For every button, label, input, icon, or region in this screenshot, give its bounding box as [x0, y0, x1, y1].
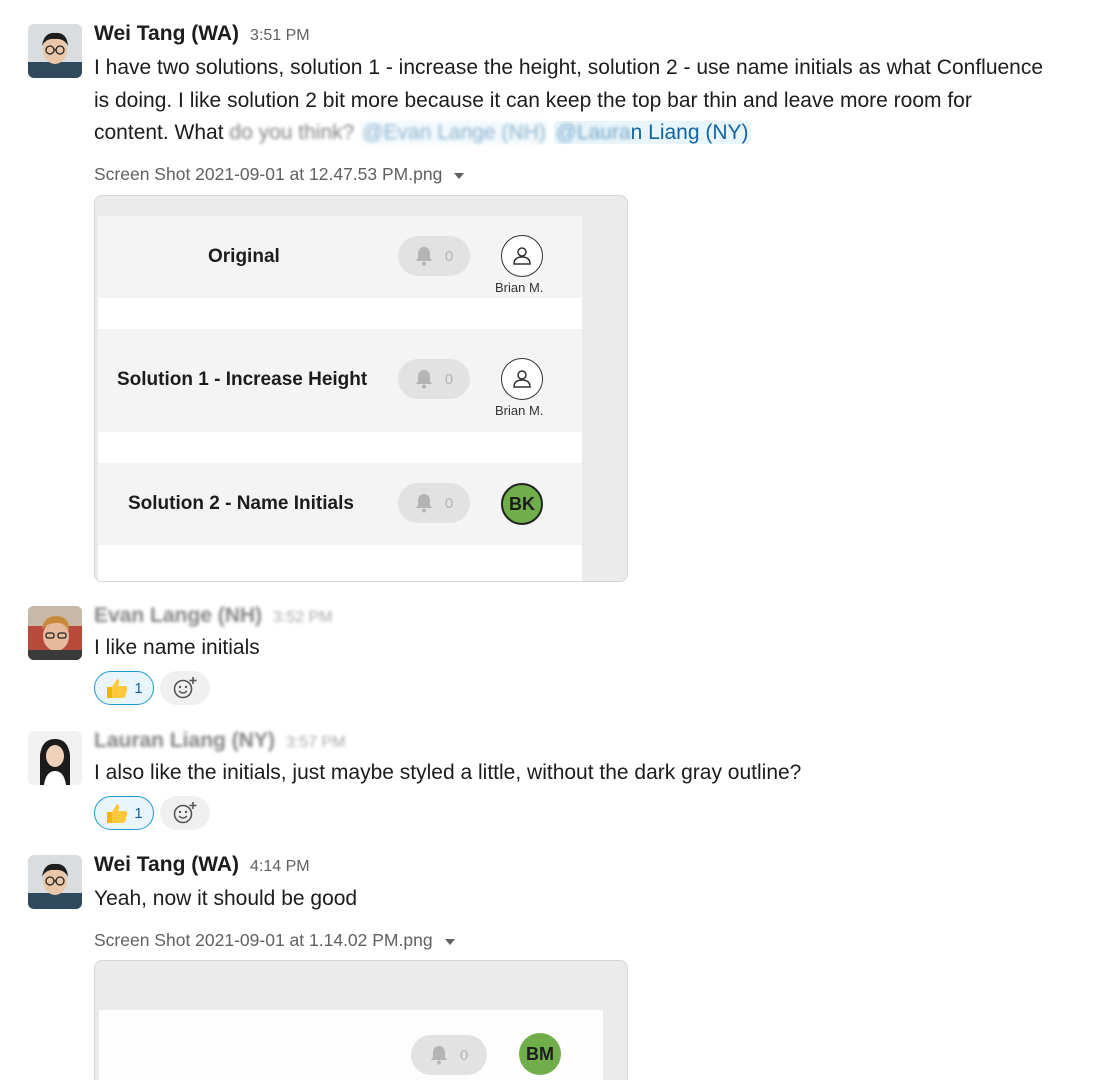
timestamp[interactable]: 4:14 PM	[250, 858, 310, 876]
notification-pill: 0	[411, 1035, 487, 1075]
timestamp[interactable]: 3:57 PM	[286, 734, 346, 752]
attachment-filename[interactable]: Screen Shot 2021-09-01 at 12.47.53 PM.pn…	[94, 163, 1098, 187]
avatar-wei-tang[interactable]	[28, 24, 82, 78]
author-name[interactable]: Wei Tang (WA)	[94, 22, 239, 46]
avatar-wei-tang[interactable]	[28, 855, 82, 909]
user-icon	[501, 235, 543, 277]
text-fragment: content. What	[94, 121, 230, 144]
notification-count: 0	[444, 370, 454, 388]
notification-count: 0	[444, 247, 454, 265]
mention-fragment-blurred: @Laura	[555, 121, 631, 144]
notification-pill: 0	[398, 359, 470, 399]
initials-avatar: BM	[519, 1033, 561, 1075]
attachment-filename[interactable]: Screen Shot 2021-09-01 at 1.14.02 PM.png	[94, 929, 1098, 953]
filename-label: Screen Shot 2021-09-01 at 1.14.02 PM.png	[94, 930, 433, 950]
mention-lauran-liang[interactable]: @Lauran Liang (NY)	[553, 121, 751, 144]
add-reaction-button[interactable]	[160, 671, 210, 705]
thumbs-up-icon	[107, 679, 128, 698]
avatar-lauran-liang[interactable]	[28, 731, 82, 785]
notification-count: 0	[444, 494, 454, 512]
screenshot-row: Original 0 Brian M.	[98, 216, 582, 298]
filename-label: Screen Shot 2021-09-01 at 12.47.53 PM.pn…	[94, 164, 443, 184]
notification-count: 0	[459, 1046, 469, 1064]
attachment-image[interactable]: 0 BM	[94, 960, 628, 1080]
message-header: Lauran Liang (NY) 3:57 PM	[94, 729, 1098, 757]
author-name[interactable]: Wei Tang (WA)	[94, 853, 239, 877]
message-text: Yeah, now it should be good	[94, 887, 358, 910]
author-name[interactable]: Evan Lange (NH)	[94, 604, 262, 628]
bell-icon	[415, 370, 432, 389]
thumbs-up-icon	[107, 804, 128, 823]
reaction-count: 1	[134, 679, 143, 697]
screenshot-panel: Original 0 Brian M. Solution 1 - Increas…	[98, 216, 582, 581]
attachment-image[interactable]: Original 0 Brian M. Solution 1 - Increas…	[94, 195, 628, 582]
bell-icon	[415, 494, 432, 513]
add-reaction-button[interactable]	[160, 796, 210, 830]
text-fragment-blurred: do you think?	[229, 121, 355, 144]
screenshot-panel: 0 BM	[99, 1010, 603, 1080]
reaction-thumbs-up[interactable]: 1	[94, 671, 154, 705]
text-line: content. What do you think? @Evan Lange …	[94, 117, 1098, 150]
row-title: Original	[208, 246, 280, 267]
add-reaction-icon	[173, 677, 197, 699]
row-title: Solution 2 - Name Initials	[128, 493, 354, 514]
message-header: Wei Tang (WA) 3:51 PM	[94, 22, 1098, 50]
message-header: Wei Tang (WA) 4:14 PM	[94, 853, 1098, 881]
reaction-count: 1	[134, 804, 143, 822]
mention-fragment: n Liang (NY)	[630, 121, 749, 144]
text-line: I have two solutions, solution 1 - incre…	[94, 56, 1044, 79]
caret-down-icon[interactable]	[454, 172, 465, 179]
notification-pill: 0	[398, 483, 470, 523]
avatar-evan-lange[interactable]	[28, 606, 82, 660]
text-line: is doing. I like solution 2 bit more bec…	[94, 88, 972, 112]
screenshot-row: Solution 1 - Increase Height 0 Brian M.	[98, 329, 582, 432]
author-name[interactable]: Lauran Liang (NY)	[94, 729, 275, 753]
notification-pill: 0	[398, 236, 470, 276]
user-label: Brian M.	[495, 280, 544, 295]
mention-evan-lange[interactable]: @Evan Lange (NH)	[360, 121, 548, 144]
message-text: I also like the initials, just maybe sty…	[94, 761, 802, 784]
bell-icon	[430, 1046, 447, 1065]
reaction-bar: 1	[94, 671, 210, 705]
user-icon	[501, 358, 543, 400]
reaction-bar: 1	[94, 796, 210, 830]
message-header: Evan Lange (NH) 3:52 PM	[94, 604, 1098, 632]
initials-avatar: BK	[501, 483, 543, 525]
message-text: I have two solutions, solution 1 - incre…	[94, 52, 1098, 150]
reaction-thumbs-up[interactable]: 1	[94, 796, 154, 830]
timestamp[interactable]: 3:51 PM	[250, 27, 310, 45]
row-title: Solution 1 - Increase Height	[117, 369, 368, 390]
bell-icon	[415, 247, 432, 266]
timestamp[interactable]: 3:52 PM	[273, 609, 333, 627]
user-label: Brian M.	[495, 403, 544, 418]
screenshot-row: Solution 2 - Name Initials 0 BK	[98, 463, 582, 545]
add-reaction-icon	[173, 802, 197, 824]
caret-down-icon[interactable]	[444, 938, 455, 945]
message-text: I like name initials	[94, 636, 260, 659]
